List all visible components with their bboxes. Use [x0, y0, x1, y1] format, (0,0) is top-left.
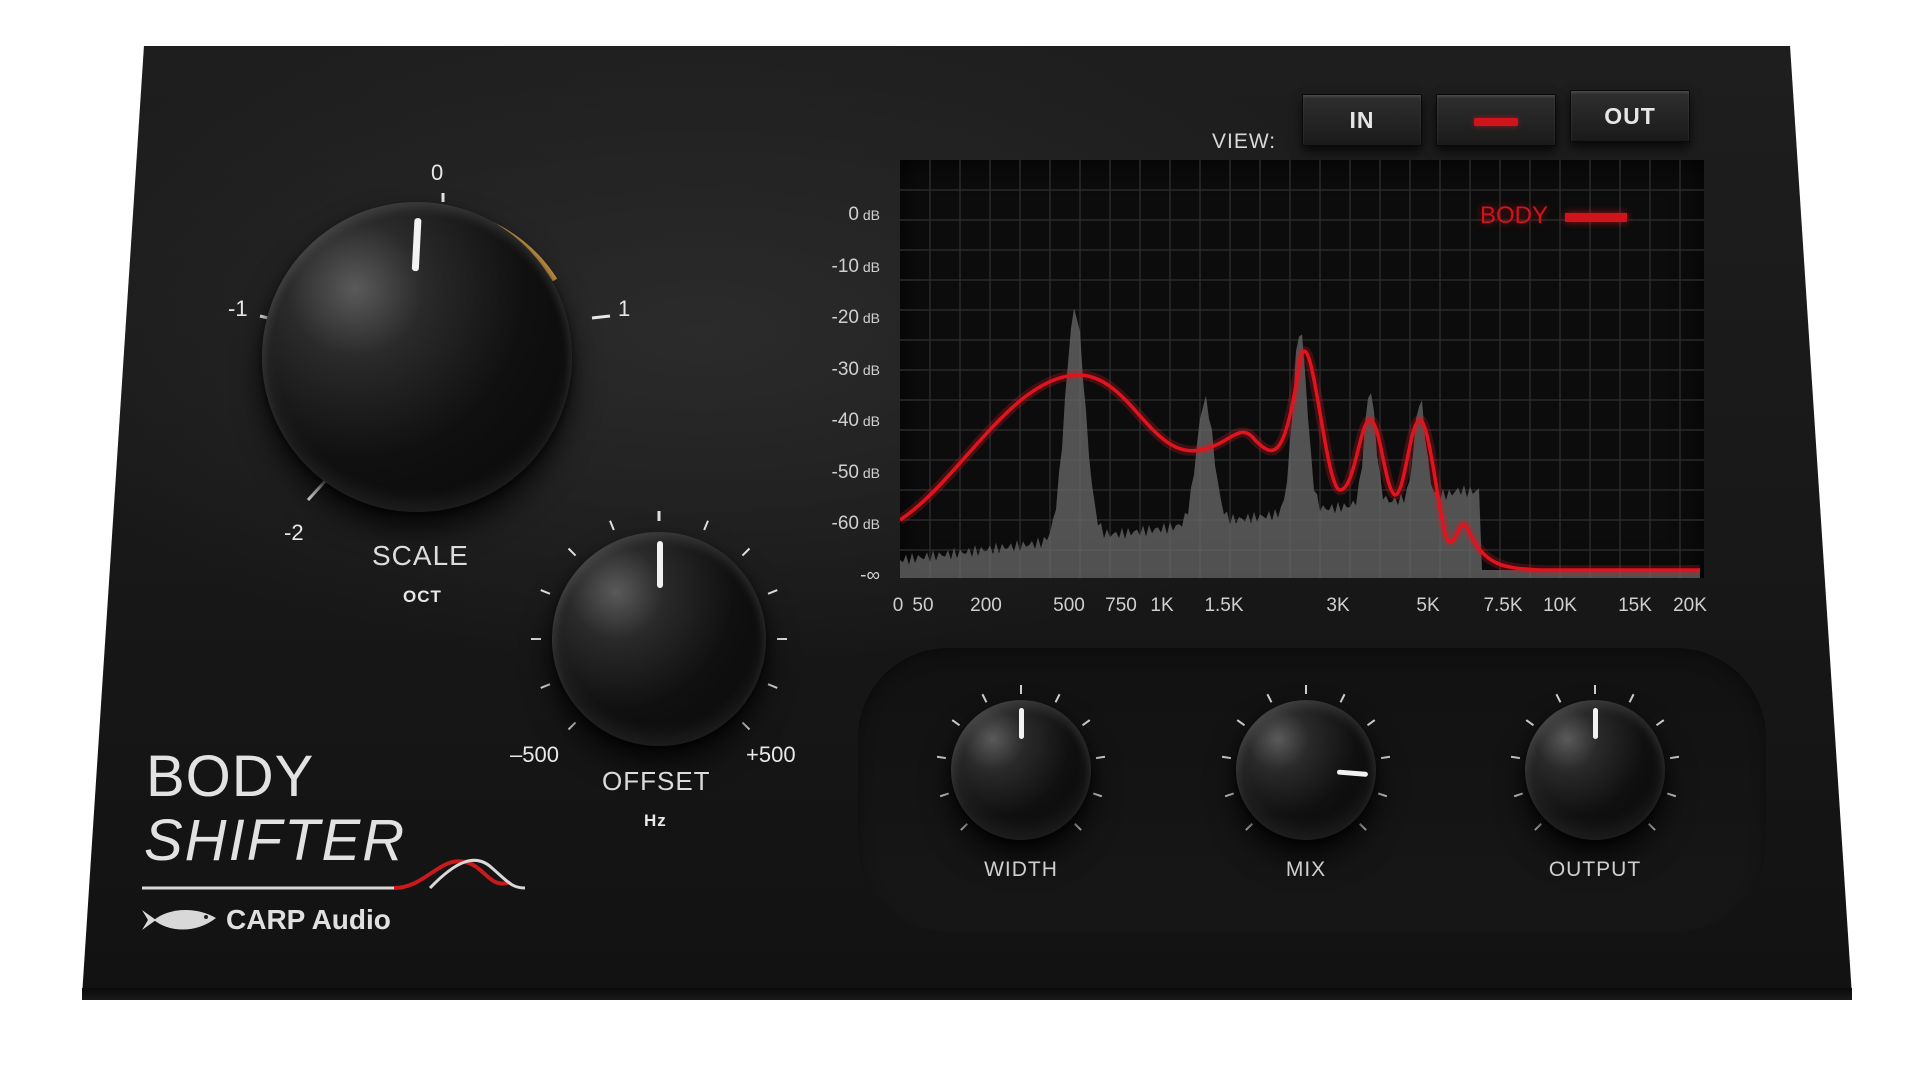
view-label: VIEW:	[1212, 130, 1277, 153]
knob-tick	[1359, 823, 1367, 831]
knob-tick	[1221, 755, 1232, 760]
knob-tick	[951, 719, 961, 727]
knob-tick	[1236, 719, 1246, 727]
offset-tick	[741, 721, 751, 731]
offset-max-label: +500	[746, 742, 796, 767]
knob-tick	[1510, 755, 1521, 760]
spectrum-display: BODY	[897, 160, 1711, 578]
freq-label: 15K	[1618, 595, 1652, 616]
offset-tick	[540, 589, 551, 595]
knob-tick	[1666, 792, 1677, 798]
knob-tick	[1224, 792, 1235, 798]
width-label: WIDTH	[984, 858, 1058, 881]
db-label: -40 dB	[831, 410, 880, 431]
offset-min-label: –500	[510, 742, 559, 767]
offset-knob[interactable]	[552, 532, 766, 746]
body-indicator	[1474, 117, 1518, 126]
freq-label: 50	[912, 595, 934, 616]
scale-title: SCALE	[372, 540, 469, 571]
freq-label: 5K	[1416, 595, 1440, 616]
offset-unit: Hz	[644, 811, 667, 830]
freq-label: 500	[1053, 595, 1085, 616]
knob-tick	[1380, 755, 1391, 760]
scale-tick-label-1: 1	[618, 296, 631, 321]
knob-tick	[1655, 719, 1665, 727]
freq-label: 750	[1105, 595, 1137, 616]
db-label: -50 dB	[831, 461, 880, 483]
scale-tick-1	[591, 314, 611, 320]
db-label: 0 dB	[848, 204, 880, 225]
spectrum-svg	[897, 160, 1711, 578]
offset-tick	[609, 520, 615, 531]
view-in-button[interactable]: IN	[1302, 94, 1422, 146]
product-title-line1: BODY	[146, 744, 315, 809]
mix-knob-pointer	[1337, 769, 1369, 778]
knob-tick	[1628, 693, 1635, 703]
freq-label: 10K	[1543, 595, 1577, 616]
knob-tick	[1339, 693, 1346, 703]
db-label: -30 dB	[831, 358, 880, 380]
width-knob[interactable]	[951, 700, 1091, 840]
freq-label: 1.5K	[1204, 595, 1244, 616]
legend-body-swatch	[1565, 213, 1627, 222]
knob-tick	[1081, 719, 1091, 727]
offset-tick	[567, 547, 577, 557]
knob-tick	[960, 823, 968, 831]
knob-tick	[1513, 792, 1524, 798]
offset-tick	[540, 683, 551, 689]
knob-tick	[1092, 792, 1103, 798]
offset-tick	[741, 547, 751, 557]
knob-tick	[1266, 693, 1273, 703]
db-label: -20 dB	[831, 307, 880, 328]
knob-tick	[1669, 755, 1680, 760]
knob-tick	[1377, 792, 1388, 798]
knob-tick	[1525, 719, 1535, 727]
freq-label: 1K	[1150, 595, 1174, 616]
legend-body-label: BODY	[1480, 202, 1549, 229]
scale-knob-pointer	[411, 217, 422, 271]
offset-knob-pointer	[657, 540, 663, 588]
knob-tick	[1648, 823, 1656, 831]
offset-tick	[567, 721, 577, 731]
knob-tick	[1074, 823, 1082, 831]
offset-tick	[703, 520, 709, 531]
knob-tick	[1555, 693, 1562, 703]
scale-tick-label-0: 0	[431, 160, 444, 185]
logo-curve	[142, 858, 526, 890]
db-label: -∞	[860, 564, 880, 586]
mix-label: MIX	[1285, 858, 1327, 881]
freq-label: 200	[970, 595, 1002, 616]
output-knob[interactable]	[1525, 700, 1665, 840]
offset-tick	[767, 589, 778, 595]
freq-label: 7.5K	[1483, 595, 1523, 616]
db-label: -60 dB	[831, 513, 880, 534]
output-knob-pointer	[1593, 708, 1598, 740]
width-knob-pointer	[1019, 708, 1024, 740]
scale-tick-label-neg1: -1	[228, 296, 248, 321]
output-label: OUTPUT	[1548, 858, 1642, 881]
freq-label: 20K	[1673, 595, 1707, 616]
freq-label: 3K	[1326, 595, 1350, 616]
offset-tick	[767, 683, 778, 689]
knob-tick	[1245, 823, 1253, 831]
freq-label: 0	[892, 595, 904, 616]
knob-tick	[936, 755, 947, 760]
offset-title: OFFSET	[602, 766, 711, 796]
panel-edge	[82, 988, 1852, 1000]
scale-unit: OCT	[403, 587, 442, 606]
brand-name: CARP Audio	[226, 904, 391, 935]
knob-tick	[1054, 693, 1061, 703]
fish-logo-icon	[142, 909, 216, 930]
mix-knob[interactable]	[1236, 700, 1376, 840]
knob-tick	[939, 792, 950, 798]
scale-tick-label-neg2: -2	[284, 520, 304, 545]
view-body-button[interactable]	[1436, 94, 1556, 146]
knob-tick	[981, 693, 988, 703]
knob-tick	[1534, 823, 1542, 831]
knob-tick	[1366, 719, 1376, 727]
knob-tick	[1095, 755, 1106, 760]
scale-knob[interactable]	[262, 202, 572, 512]
db-label: -10 dB	[831, 255, 880, 277]
view-out-button[interactable]: OUT	[1570, 90, 1690, 142]
